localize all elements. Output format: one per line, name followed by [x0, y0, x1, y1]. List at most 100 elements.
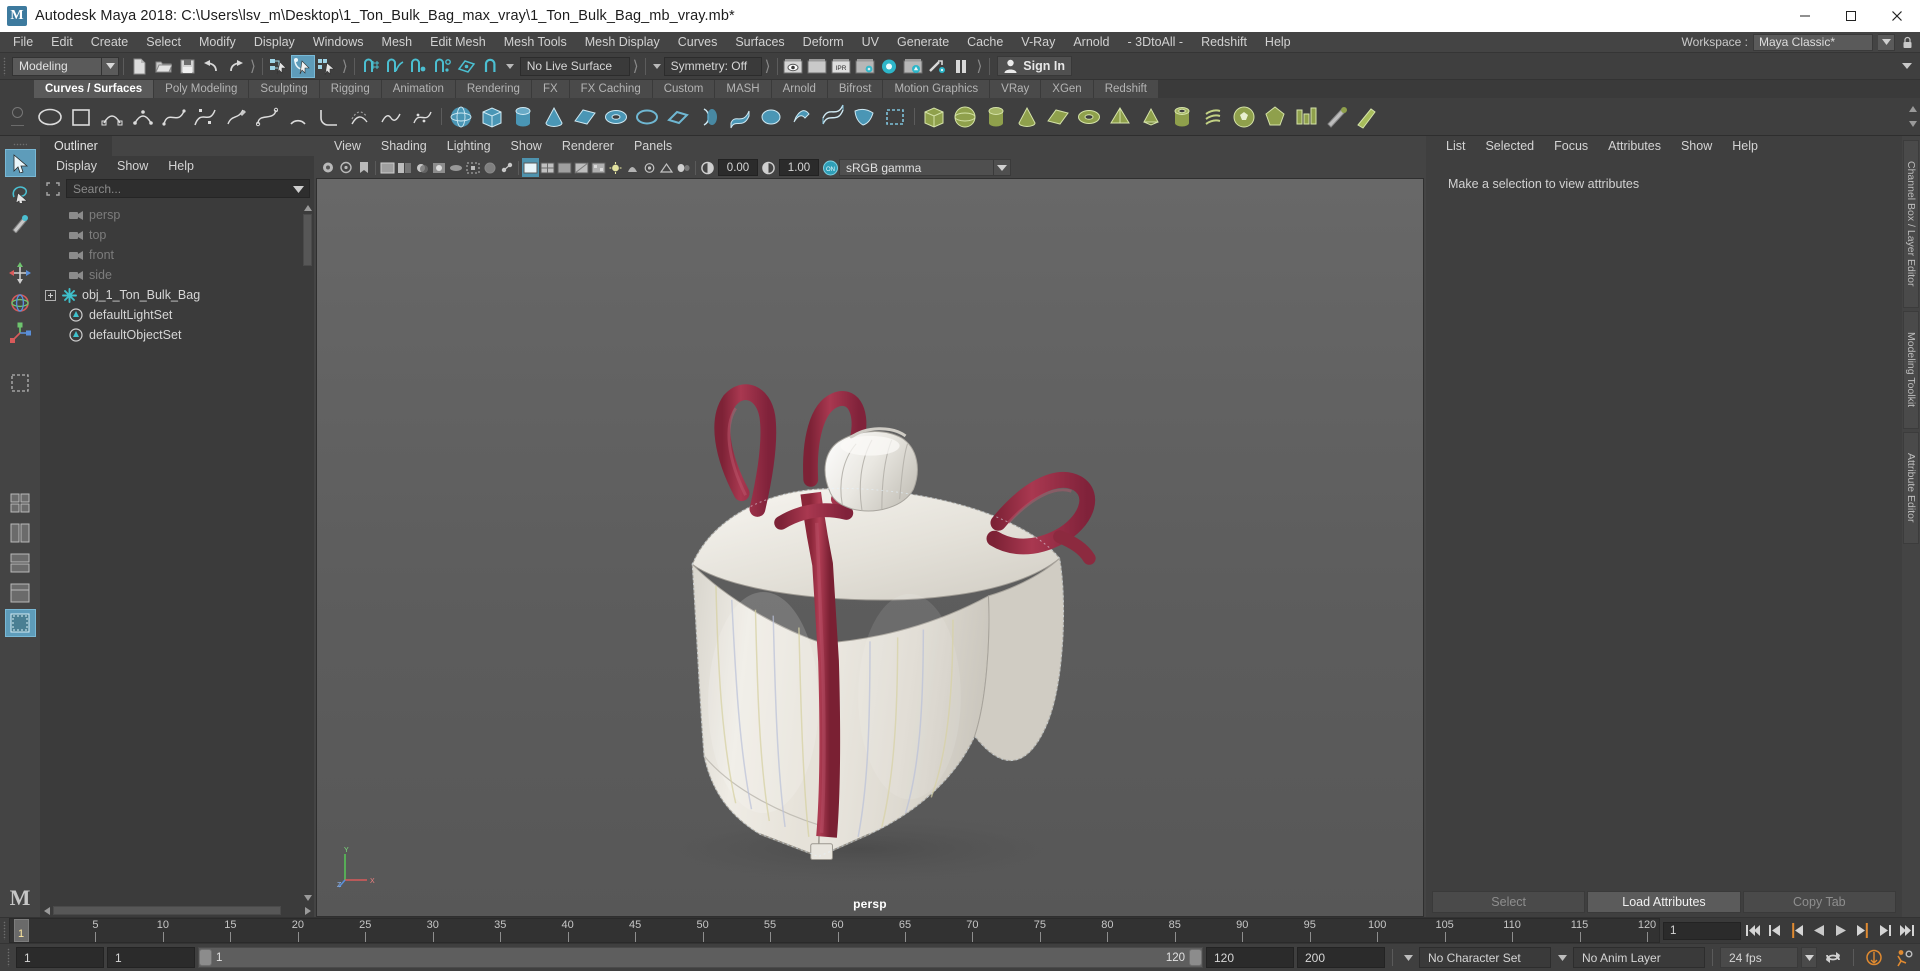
- four-view-layout-button[interactable]: [5, 489, 36, 517]
- shelf-tab-curves-surfaces[interactable]: Curves / Surfaces: [34, 80, 155, 98]
- two-point-arc-icon[interactable]: [96, 100, 127, 134]
- poly-cube-icon[interactable]: [918, 100, 949, 134]
- depth-of-field-icon[interactable]: [675, 158, 692, 177]
- close-button[interactable]: [1874, 0, 1920, 32]
- outliner-item-top[interactable]: top: [40, 225, 301, 245]
- outliner-vertical-scrollbar[interactable]: [301, 201, 314, 904]
- pencil-curve-icon[interactable]: [220, 100, 251, 134]
- offset-curve-icon[interactable]: [344, 100, 375, 134]
- menu-help[interactable]: Help: [1256, 32, 1300, 52]
- auto-keyframe-toggle-icon[interactable]: [1861, 946, 1887, 970]
- gamma-value[interactable]: 1.00: [779, 159, 819, 176]
- revolve-icon[interactable]: [693, 100, 724, 134]
- animation-start-time-field[interactable]: 1: [16, 947, 104, 968]
- sculpt-tool-icon[interactable]: [1321, 100, 1352, 134]
- shelf-tab-bifrost[interactable]: Bifrost: [827, 80, 884, 98]
- select-button[interactable]: Select: [1432, 891, 1586, 913]
- nurbs-cone-icon[interactable]: [538, 100, 569, 134]
- menu-display[interactable]: Display: [245, 32, 304, 52]
- xray-joints-icon[interactable]: [498, 158, 515, 177]
- shadow-map-icon[interactable]: [624, 158, 641, 177]
- shelf-tab-sculpting[interactable]: Sculpting: [249, 80, 320, 98]
- viewport-menu-show[interactable]: Show: [501, 136, 552, 157]
- viewport-menu-lighting[interactable]: Lighting: [437, 136, 501, 157]
- perspective-viewport[interactable]: Y X Z persp: [316, 178, 1424, 917]
- redo-icon[interactable]: [223, 55, 247, 78]
- square-surface-icon[interactable]: [879, 100, 910, 134]
- snap-to-grid-icon[interactable]: [359, 55, 383, 78]
- playback-start-time-field[interactable]: 1: [107, 947, 195, 968]
- shelf-tab-rigging[interactable]: Rigging: [319, 80, 382, 98]
- menu-surfaces[interactable]: Surfaces: [726, 32, 793, 52]
- loop-playback-icon[interactable]: [1820, 946, 1846, 970]
- menuset-select[interactable]: Modeling: [12, 56, 102, 76]
- poly-prism-icon[interactable]: [1135, 100, 1166, 134]
- outliner-item-defaultobjectset[interactable]: defaultObjectSet: [40, 325, 301, 345]
- chevron-down-icon[interactable]: [1900, 57, 1914, 76]
- maximize-button[interactable]: [1828, 0, 1874, 32]
- scroll-right-icon[interactable]: [301, 904, 314, 917]
- nurbs-circle-icon[interactable]: [34, 100, 65, 134]
- outliner-menu-display[interactable]: Display: [46, 156, 107, 177]
- menu-edit[interactable]: Edit: [42, 32, 82, 52]
- nurbs-plane-icon[interactable]: [569, 100, 600, 134]
- wireframe-shading-icon[interactable]: [522, 158, 539, 177]
- persp-outliner-layout-button[interactable]: [5, 519, 36, 547]
- vtab-attribute-editor[interactable]: Attribute Editor: [1903, 432, 1919, 544]
- chevron-down-icon[interactable]: [503, 57, 517, 76]
- two-sided-lighting-icon[interactable]: [396, 158, 413, 177]
- menu-mesh[interactable]: Mesh: [373, 32, 422, 52]
- chevron-down-icon[interactable]: [102, 56, 119, 76]
- animation-preferences-icon[interactable]: [1890, 946, 1916, 970]
- bottombar-grip[interactable]: [4, 944, 13, 971]
- single-perspective-layout-button[interactable]: [4, 609, 36, 637]
- play-backwards-icon[interactable]: [1809, 920, 1829, 942]
- menu-windows[interactable]: Windows: [304, 32, 373, 52]
- step-forward-frame-icon[interactable]: [1875, 920, 1895, 942]
- menu-3dtoall[interactable]: - 3DtoAll -: [1118, 32, 1192, 52]
- outliner-item-side[interactable]: side: [40, 265, 301, 285]
- render-sequence-icon[interactable]: [805, 55, 829, 78]
- poly-cylinder-icon[interactable]: [980, 100, 1011, 134]
- textured-icon[interactable]: [590, 158, 607, 177]
- character-set-menu-arrow-icon[interactable]: [1400, 947, 1416, 968]
- color-space-select[interactable]: sRGB gamma: [839, 159, 994, 176]
- xray-icon[interactable]: [481, 158, 498, 177]
- ep-curve-icon[interactable]: [158, 100, 189, 134]
- nurbs-circle-primitive-icon[interactable]: [631, 100, 662, 134]
- nurbs-square-icon[interactable]: [65, 100, 96, 134]
- play-forwards-icon[interactable]: [1831, 920, 1851, 942]
- outliner-menu-show[interactable]: Show: [107, 156, 158, 177]
- menu-mesh-display[interactable]: Mesh Display: [576, 32, 669, 52]
- live-surface-field[interactable]: No Live Surface: [519, 56, 630, 76]
- chevron-down-icon[interactable]: [1801, 947, 1817, 968]
- vtab-modeling-toolkit[interactable]: Modeling Toolkit: [1903, 311, 1919, 429]
- nurbs-sphere-icon[interactable]: [445, 100, 476, 134]
- color-management-toggle-icon[interactable]: ON: [822, 158, 839, 177]
- render-current-frame-icon[interactable]: [781, 55, 805, 78]
- anim-layer-menu-arrow-icon[interactable]: [1554, 947, 1570, 968]
- outliner-item-front[interactable]: front: [40, 245, 301, 265]
- poly-plane-icon[interactable]: [1042, 100, 1073, 134]
- boundary-surface-icon[interactable]: [848, 100, 879, 134]
- smooth-shade-all-icon[interactable]: [539, 158, 556, 177]
- menu-create[interactable]: Create: [82, 32, 138, 52]
- poly-soccer-ball-icon[interactable]: [1228, 100, 1259, 134]
- scroll-up-icon[interactable]: [301, 201, 314, 214]
- arc-tool-icon[interactable]: [282, 100, 313, 134]
- playback-speed-field[interactable]: 24 fps: [1720, 947, 1798, 968]
- viewport-menu-view[interactable]: View: [324, 136, 371, 157]
- snap-to-point-icon[interactable]: [407, 55, 431, 78]
- playback-end-time-field[interactable]: 120: [1206, 947, 1294, 968]
- persp-hypershade-layout-button[interactable]: [5, 579, 36, 607]
- shelf-tab-custom[interactable]: Custom: [652, 80, 716, 98]
- menu-select[interactable]: Select: [137, 32, 190, 52]
- scroll-thumb[interactable]: [303, 214, 312, 266]
- bezier-curve-icon[interactable]: [251, 100, 282, 134]
- menu-mesh-tools[interactable]: Mesh Tools: [495, 32, 576, 52]
- menu-modify[interactable]: Modify: [190, 32, 245, 52]
- character-set-field[interactable]: No Character Set: [1419, 947, 1551, 968]
- scale-tool-button[interactable]: [5, 319, 36, 347]
- symmetry-field[interactable]: Symmetry: Off: [663, 56, 762, 76]
- extrude-icon[interactable]: [786, 100, 817, 134]
